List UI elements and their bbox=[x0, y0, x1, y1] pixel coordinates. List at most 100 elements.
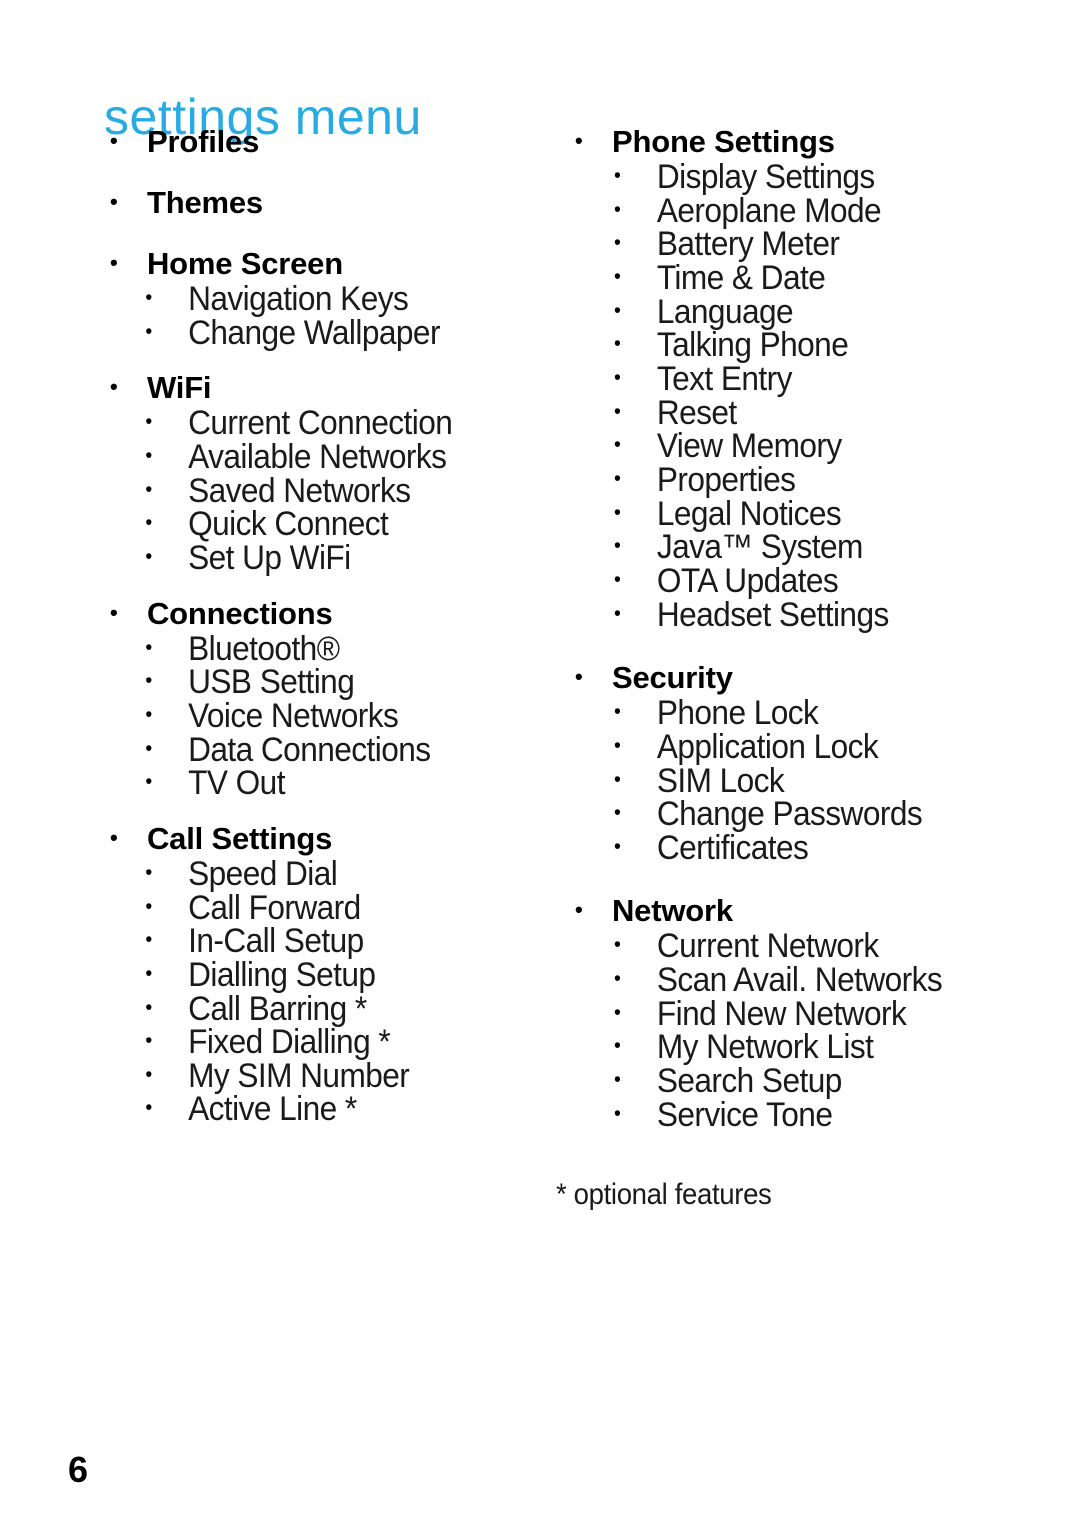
menu-item-navigation-keys[interactable]: • Navigation Keys bbox=[110, 282, 529, 317]
menu-item-certificates[interactable]: • Certificates bbox=[575, 828, 1012, 867]
menu-item-search-setup[interactable]: • Search Setup bbox=[575, 1062, 1012, 1101]
menu-item-phone-lock[interactable]: • Phone Lock bbox=[575, 696, 1012, 731]
menu-item-aeroplane-mode[interactable]: • Aeroplane Mode bbox=[575, 194, 1012, 229]
bullet-icon: • bbox=[614, 466, 621, 490]
menu-item-saved-networks[interactable]: • Saved Networks bbox=[110, 474, 529, 509]
bullet-icon: • bbox=[145, 319, 152, 343]
menu-item-call-forward[interactable]: • Call Forward bbox=[110, 888, 529, 927]
menu-item-usb-setting[interactable]: • USB Setting bbox=[110, 663, 529, 702]
menu-item-text-entry[interactable]: • Text Entry bbox=[575, 362, 1012, 397]
bullet-icon: • bbox=[614, 1068, 621, 1092]
menu-item-label: My Network List bbox=[656, 1028, 874, 1067]
menu-item-label: Time & Date bbox=[656, 258, 826, 297]
menu-item-label: Voice Networks bbox=[188, 696, 399, 735]
menu-item-call-barring[interactable]: • Call Barring * bbox=[110, 992, 529, 1027]
bullet-icon: • bbox=[145, 477, 152, 501]
bullet-icon: • bbox=[614, 834, 621, 858]
bullet-icon: • bbox=[145, 894, 152, 918]
menu-item-current-connection[interactable]: • Current Connection bbox=[110, 406, 529, 441]
menu-item-properties[interactable]: • Properties bbox=[575, 463, 1012, 498]
menu-item-talking-phone[interactable]: • Talking Phone bbox=[575, 328, 1012, 363]
menu-item-reset[interactable]: • Reset bbox=[575, 396, 1012, 431]
menu-item-tv-out[interactable]: • TV Out bbox=[110, 764, 529, 803]
menu-heading-wifi[interactable]: • WiFi bbox=[110, 372, 560, 403]
menu-heading-themes[interactable]: • Themes bbox=[110, 187, 560, 218]
bullet-icon: • bbox=[110, 824, 118, 850]
menu-item-label: TV Out bbox=[188, 764, 285, 803]
menu-item-label: Find New Network bbox=[656, 994, 907, 1033]
menu-item-scan-avail-networks[interactable]: • Scan Avail. Networks bbox=[575, 963, 1012, 998]
menu-item-in-call-setup[interactable]: • In-Call Setup bbox=[110, 922, 529, 961]
menu-heading-call-settings[interactable]: • Call Settings bbox=[110, 823, 560, 854]
menu-heading-label: Call Settings bbox=[147, 820, 333, 856]
menu-item-label: Certificates bbox=[656, 828, 809, 867]
menu-item-current-network[interactable]: • Current Network bbox=[575, 930, 1012, 964]
menu-item-dialling-setup[interactable]: • Dialling Setup bbox=[110, 958, 529, 993]
menu-item-fixed-dialling[interactable]: • Fixed Dialling * bbox=[110, 1025, 529, 1060]
menu-item-set-up-wifi[interactable]: • Set Up WiFi bbox=[110, 538, 529, 577]
menu-item-change-passwords[interactable]: • Change Passwords bbox=[575, 797, 1012, 832]
menu-item-service-tone[interactable]: • Service Tone bbox=[575, 1098, 1012, 1133]
menu-item-my-network-list[interactable]: • My Network List bbox=[575, 1031, 1012, 1065]
bullet-icon: • bbox=[145, 995, 152, 1019]
menu-item-available-networks[interactable]: • Available Networks bbox=[110, 437, 529, 476]
right-column: • Phone Settings • Display Settings • Aeropla… bbox=[575, 126, 1045, 1132]
menu-item-label: Battery Meter bbox=[656, 225, 840, 264]
menu-item-display-settings[interactable]: • Display Settings bbox=[575, 160, 1012, 195]
menu-item-active-line[interactable]: • Active Line * bbox=[110, 1093, 529, 1127]
menu-item-voice-networks[interactable]: • Voice Networks bbox=[110, 696, 529, 735]
submenu-list-home-screen: • Navigation Keys • Change Wallpaper bbox=[110, 282, 560, 351]
menu-item-language[interactable]: • Language bbox=[575, 295, 1012, 330]
menu-heading-profiles[interactable]: • Profiles bbox=[110, 126, 560, 157]
menu-group-themes: • Themes bbox=[110, 187, 560, 218]
menu-heading-label: Connections bbox=[147, 595, 333, 631]
menu-heading-connections[interactable]: • Connections bbox=[110, 598, 560, 629]
bullet-icon: • bbox=[145, 635, 152, 659]
menu-item-label: Headset Settings bbox=[656, 595, 889, 634]
bullet-icon: • bbox=[614, 365, 621, 389]
menu-item-label: Call Forward bbox=[188, 888, 361, 927]
optional-features-footnote: * optional features bbox=[556, 1178, 772, 1211]
submenu-list-security: • Phone Lock • Application Lock • SIM Lock • Ch… bbox=[575, 696, 1045, 867]
menu-group-network: • Network • Current Network • Scan Avail. Net… bbox=[575, 895, 1045, 1132]
menu-item-speed-dial[interactable]: • Speed Dial bbox=[110, 857, 529, 892]
menu-item-label: Available Networks bbox=[188, 437, 447, 476]
menu-item-quick-connect[interactable]: • Quick Connect bbox=[110, 507, 529, 542]
menu-item-label: USB Setting bbox=[188, 663, 355, 702]
menu-item-label: Legal Notices bbox=[656, 494, 842, 533]
menu-heading-label: Phone Settings bbox=[612, 124, 835, 159]
menu-heading-home-screen[interactable]: • Home Screen bbox=[110, 248, 560, 279]
menu-item-find-new-network[interactable]: • Find New Network bbox=[575, 994, 1012, 1033]
menu-item-my-sim-number[interactable]: • My SIM Number bbox=[110, 1059, 529, 1094]
menu-group-wifi: • WiFi • Current Connection • Available Netwo… bbox=[110, 372, 560, 575]
menu-item-time-date[interactable]: • Time & Date bbox=[575, 258, 1012, 297]
menu-item-change-wallpaper[interactable]: • Change Wallpaper bbox=[110, 316, 529, 351]
menu-item-headset-settings[interactable]: • Headset Settings bbox=[575, 595, 1012, 634]
menu-heading-security[interactable]: • Security bbox=[575, 662, 1045, 693]
menu-item-label: Set Up WiFi bbox=[188, 538, 351, 577]
menu-item-view-memory[interactable]: • View Memory bbox=[575, 429, 1012, 464]
menu-item-bluetooth[interactable]: • Bluetooth® bbox=[110, 632, 529, 667]
menu-item-ota-updates[interactable]: • OTA Updates bbox=[575, 564, 1012, 599]
bullet-icon: • bbox=[145, 928, 152, 952]
menu-item-data-connections[interactable]: • Data Connections bbox=[110, 730, 529, 769]
menu-item-java-system[interactable]: • Java™ System bbox=[575, 530, 1012, 565]
menu-heading-label: Security bbox=[612, 660, 733, 696]
left-column: • Profiles • Themes • Home Screen • Navigation … bbox=[110, 126, 560, 1127]
bullet-icon: • bbox=[614, 1000, 621, 1024]
menu-heading-label: Home Screen bbox=[147, 246, 343, 281]
menu-item-sim-lock[interactable]: • SIM Lock bbox=[575, 764, 1012, 799]
menu-item-label: Data Connections bbox=[188, 730, 431, 769]
bullet-icon: • bbox=[145, 860, 152, 884]
menu-item-legal-notices[interactable]: • Legal Notices bbox=[575, 494, 1012, 533]
menu-item-battery-meter[interactable]: • Battery Meter bbox=[575, 225, 1012, 264]
bullet-icon: • bbox=[145, 1029, 152, 1053]
menu-group-phone-settings: • Phone Settings • Display Settings • Aeropla… bbox=[575, 126, 1045, 632]
bullet-icon: • bbox=[145, 669, 152, 693]
menu-item-application-lock[interactable]: • Application Lock bbox=[575, 730, 1012, 765]
menu-item-label: In-Call Setup bbox=[188, 922, 364, 961]
menu-heading-phone-settings[interactable]: • Phone Settings bbox=[575, 126, 1045, 157]
menu-item-label: Search Setup bbox=[656, 1062, 842, 1101]
bullet-icon: • bbox=[614, 1034, 621, 1058]
menu-heading-network[interactable]: • Network bbox=[575, 895, 1045, 926]
